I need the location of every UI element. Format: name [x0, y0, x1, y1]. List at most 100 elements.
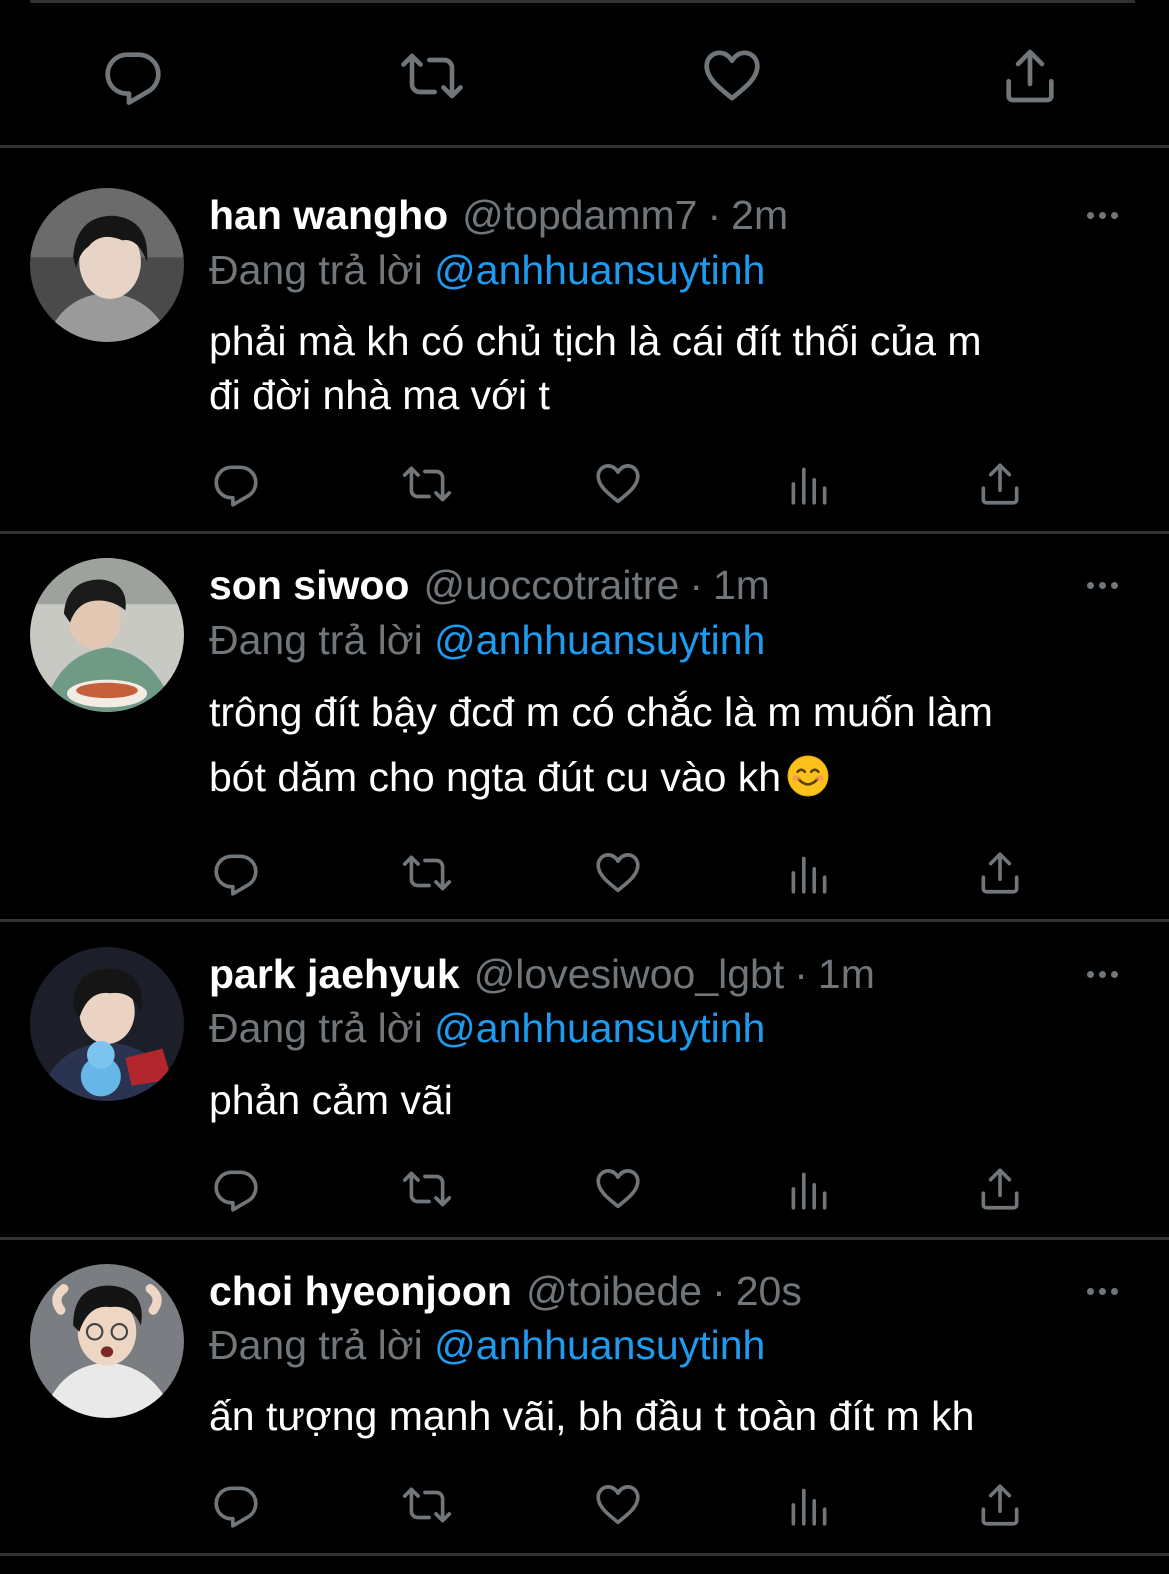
views-button[interactable] — [781, 1161, 837, 1217]
more-options-icon[interactable] — [1078, 959, 1126, 989]
tweet-text-line: đi đời nhà ma với t — [209, 372, 550, 418]
avatar[interactable] — [30, 1264, 184, 1418]
divider — [0, 145, 1169, 148]
reply-icon — [211, 1480, 261, 1530]
like-icon — [593, 1480, 643, 1530]
retweet-button[interactable] — [399, 1161, 455, 1217]
tweet-text-line: ấn tượng mạnh vãi, bh đầu t toàn đít m k… — [209, 1393, 975, 1439]
share-icon — [975, 848, 1025, 898]
divider — [30, 0, 1135, 3]
tweet-text: phải mà kh có chủ tịch là cái đít thối c… — [209, 314, 1129, 422]
tweet-text: ấn tượng mạnh vãi, bh đầu t toàn đít m k… — [209, 1388, 1129, 1444]
timestamp[interactable]: 1m — [713, 557, 770, 613]
timestamp[interactable]: 1m — [818, 946, 875, 1002]
reply-button[interactable] — [208, 1161, 264, 1217]
divider — [0, 1553, 1169, 1556]
share-icon — [998, 44, 1062, 108]
like-icon — [593, 848, 643, 898]
mention-link[interactable]: @anhhuansuytinh — [434, 617, 765, 663]
reply-button[interactable] — [208, 1477, 264, 1533]
like-button[interactable] — [590, 1477, 646, 1533]
share-icon — [975, 1164, 1025, 1214]
like-icon — [700, 44, 764, 108]
user-handle: @toibede — [525, 1268, 703, 1314]
reply-icon — [211, 848, 261, 898]
replying-to: Đang trả lời @anhhuansuytinh — [209, 1317, 765, 1373]
user-handle: @lovesiwoo_lgbt — [473, 951, 785, 997]
retweet-button[interactable] — [399, 1477, 455, 1533]
replying-to-label: Đang trả lời — [209, 617, 423, 663]
timestamp[interactable]: 2m — [731, 187, 788, 243]
tweet-text-line: bót dăm cho ngta đút cu vào kh — [209, 745, 1129, 816]
avatar[interactable] — [30, 947, 184, 1101]
timestamp[interactable]: 20s — [736, 1263, 802, 1319]
mention-link[interactable]: @anhhuansuytinh — [434, 1322, 765, 1368]
tweet-actions — [0, 456, 1169, 512]
tweet-text-line: trông đít bậy đcđ m có chắc là m muốn là… — [209, 689, 993, 735]
retweet-icon — [402, 1164, 452, 1214]
like-button[interactable] — [590, 1161, 646, 1217]
tweet-actions — [0, 1477, 1169, 1533]
display-name[interactable]: han wangho — [209, 187, 448, 243]
share-button[interactable] — [994, 40, 1066, 112]
retweet-icon — [400, 44, 464, 108]
share-button[interactable] — [972, 456, 1028, 512]
views-icon — [784, 848, 834, 898]
retweet-button[interactable] — [399, 845, 455, 901]
display-name[interactable]: son siwoo — [209, 557, 409, 613]
replying-to-label: Đang trả lời — [209, 1322, 423, 1368]
retweet-icon — [402, 459, 452, 509]
separator: · — [707, 192, 722, 238]
avatar[interactable] — [30, 188, 184, 342]
tweet-text: phản cảm vãi — [209, 1072, 1129, 1128]
separator: · — [794, 951, 808, 997]
display-name[interactable]: choi hyeonjoon — [209, 1263, 512, 1319]
divider — [0, 531, 1169, 534]
mention-link[interactable]: @anhhuansuytinh — [434, 1005, 765, 1051]
share-button[interactable] — [972, 1477, 1028, 1533]
replying-to: Đang trả lời @anhhuansuytinh — [209, 612, 765, 668]
retweet-button[interactable] — [399, 456, 455, 512]
retweet-button[interactable] — [396, 40, 468, 112]
reply-button[interactable] — [208, 456, 264, 512]
views-button[interactable] — [781, 845, 837, 901]
like-button[interactable] — [590, 456, 646, 512]
reply-button[interactable] — [97, 40, 169, 112]
tweet-actions — [0, 1161, 1169, 1217]
display-name[interactable]: park jaehyuk — [209, 946, 460, 1002]
user-handle: @uoccotraitre — [423, 562, 680, 608]
reply-icon — [211, 1164, 261, 1214]
reply-button[interactable] — [208, 845, 264, 901]
divider — [0, 919, 1169, 922]
retweet-icon — [402, 848, 452, 898]
views-icon — [784, 459, 834, 509]
tweet-text-line: phản cảm vãi — [209, 1077, 453, 1123]
like-button[interactable] — [590, 845, 646, 901]
parent-tweet-actions — [0, 40, 1169, 112]
views-icon — [784, 1480, 834, 1530]
views-button[interactable] — [781, 456, 837, 512]
share-button[interactable] — [972, 1161, 1028, 1217]
mention-link[interactable]: @anhhuansuytinh — [434, 247, 765, 293]
more-options-icon[interactable] — [1078, 1276, 1126, 1306]
like-icon — [593, 459, 643, 509]
like-icon — [593, 1164, 643, 1214]
share-icon — [975, 459, 1025, 509]
reply-icon — [211, 459, 261, 509]
replying-to-label: Đang trả lời — [209, 1005, 423, 1051]
replying-to: Đang trả lời @anhhuansuytinh — [209, 242, 765, 298]
like-button[interactable] — [696, 40, 768, 112]
user-handle: @topdamm7 — [462, 192, 698, 238]
replying-to-label: Đang trả lời — [209, 247, 423, 293]
more-options-icon[interactable] — [1078, 200, 1126, 230]
retweet-icon — [402, 1480, 452, 1530]
views-icon — [784, 1164, 834, 1214]
separator: · — [712, 1268, 726, 1314]
share-button[interactable] — [972, 845, 1028, 901]
more-options-icon[interactable] — [1078, 570, 1126, 600]
separator: · — [689, 562, 703, 608]
divider — [0, 1237, 1169, 1240]
avatar[interactable] — [30, 558, 184, 712]
replying-to: Đang trả lời @anhhuansuytinh — [209, 1000, 765, 1056]
views-button[interactable] — [781, 1477, 837, 1533]
